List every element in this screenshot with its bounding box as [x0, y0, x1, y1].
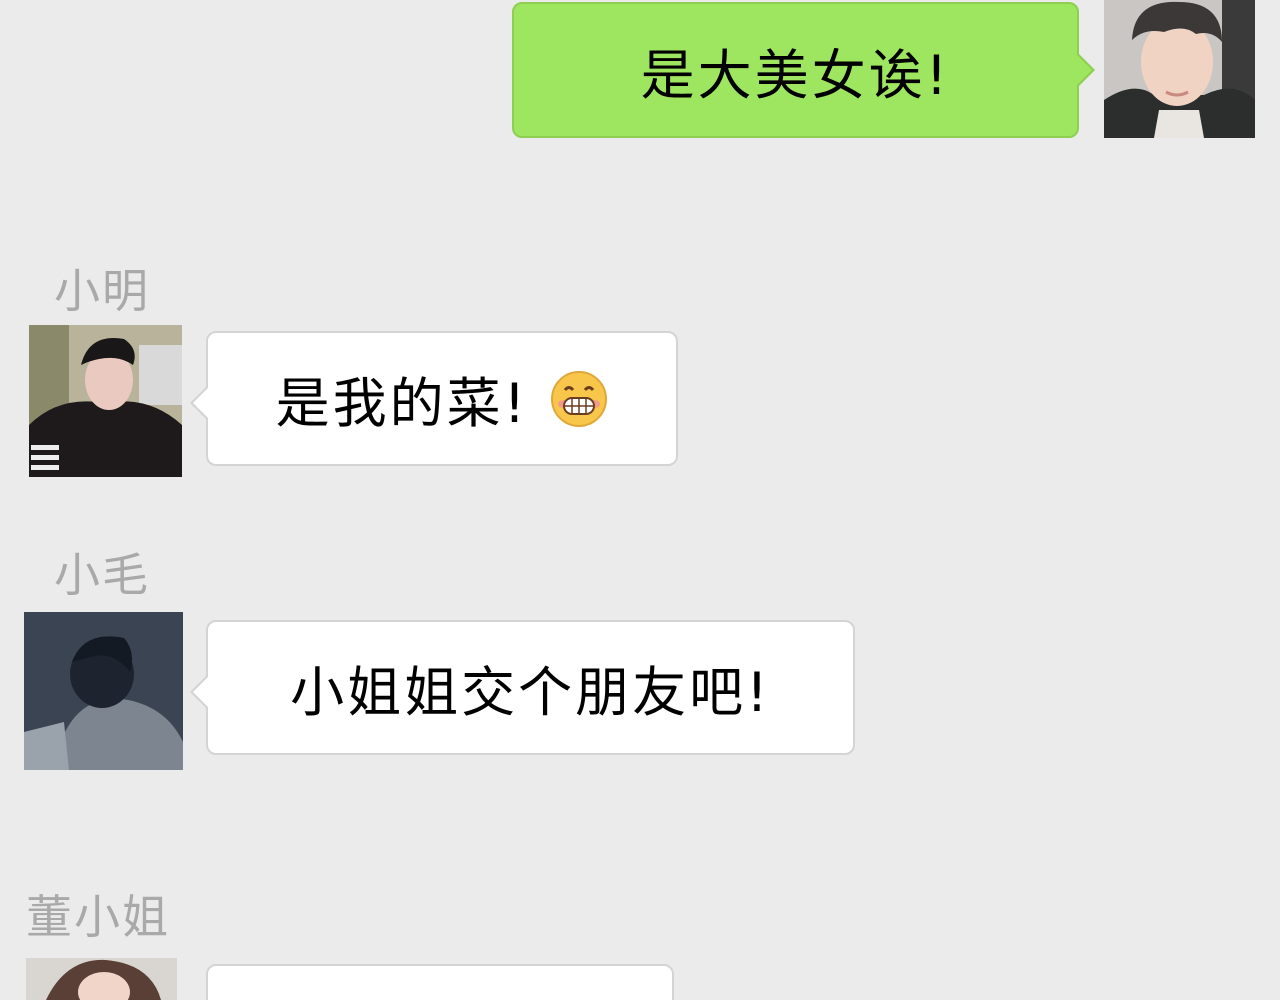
sender-name: 小毛 [54, 548, 150, 602]
outgoing-message-bubble[interactable]: 是大美女诶! [512, 2, 1095, 138]
sender-name: 小明 [54, 264, 150, 318]
message-text: 是大美女诶! [640, 43, 951, 107]
avatar-xiaomao-icon[interactable] [24, 612, 183, 770]
chat-window: 是大美女诶! 小明 是我的菜! 小毛 小姐姐交个朋友吧! 董小姐 [0, 0, 1280, 1000]
message-text: 小姐姐交个朋友吧! [290, 661, 771, 724]
sender-name: 董小姐 [26, 890, 170, 944]
avatar-dong-icon[interactable] [26, 958, 177, 1000]
incoming-message-bubble[interactable] [206, 964, 674, 1000]
grinning-blush-emoji-icon [550, 370, 608, 428]
incoming-message-bubble[interactable]: 是我的菜! [190, 331, 678, 466]
avatar-xiaoming-icon[interactable] [29, 325, 182, 477]
incoming-message-bubble[interactable]: 小姐姐交个朋友吧! [190, 620, 855, 755]
avatar-self-icon[interactable] [1104, 0, 1255, 138]
message-text: 是我的菜! [275, 372, 529, 435]
